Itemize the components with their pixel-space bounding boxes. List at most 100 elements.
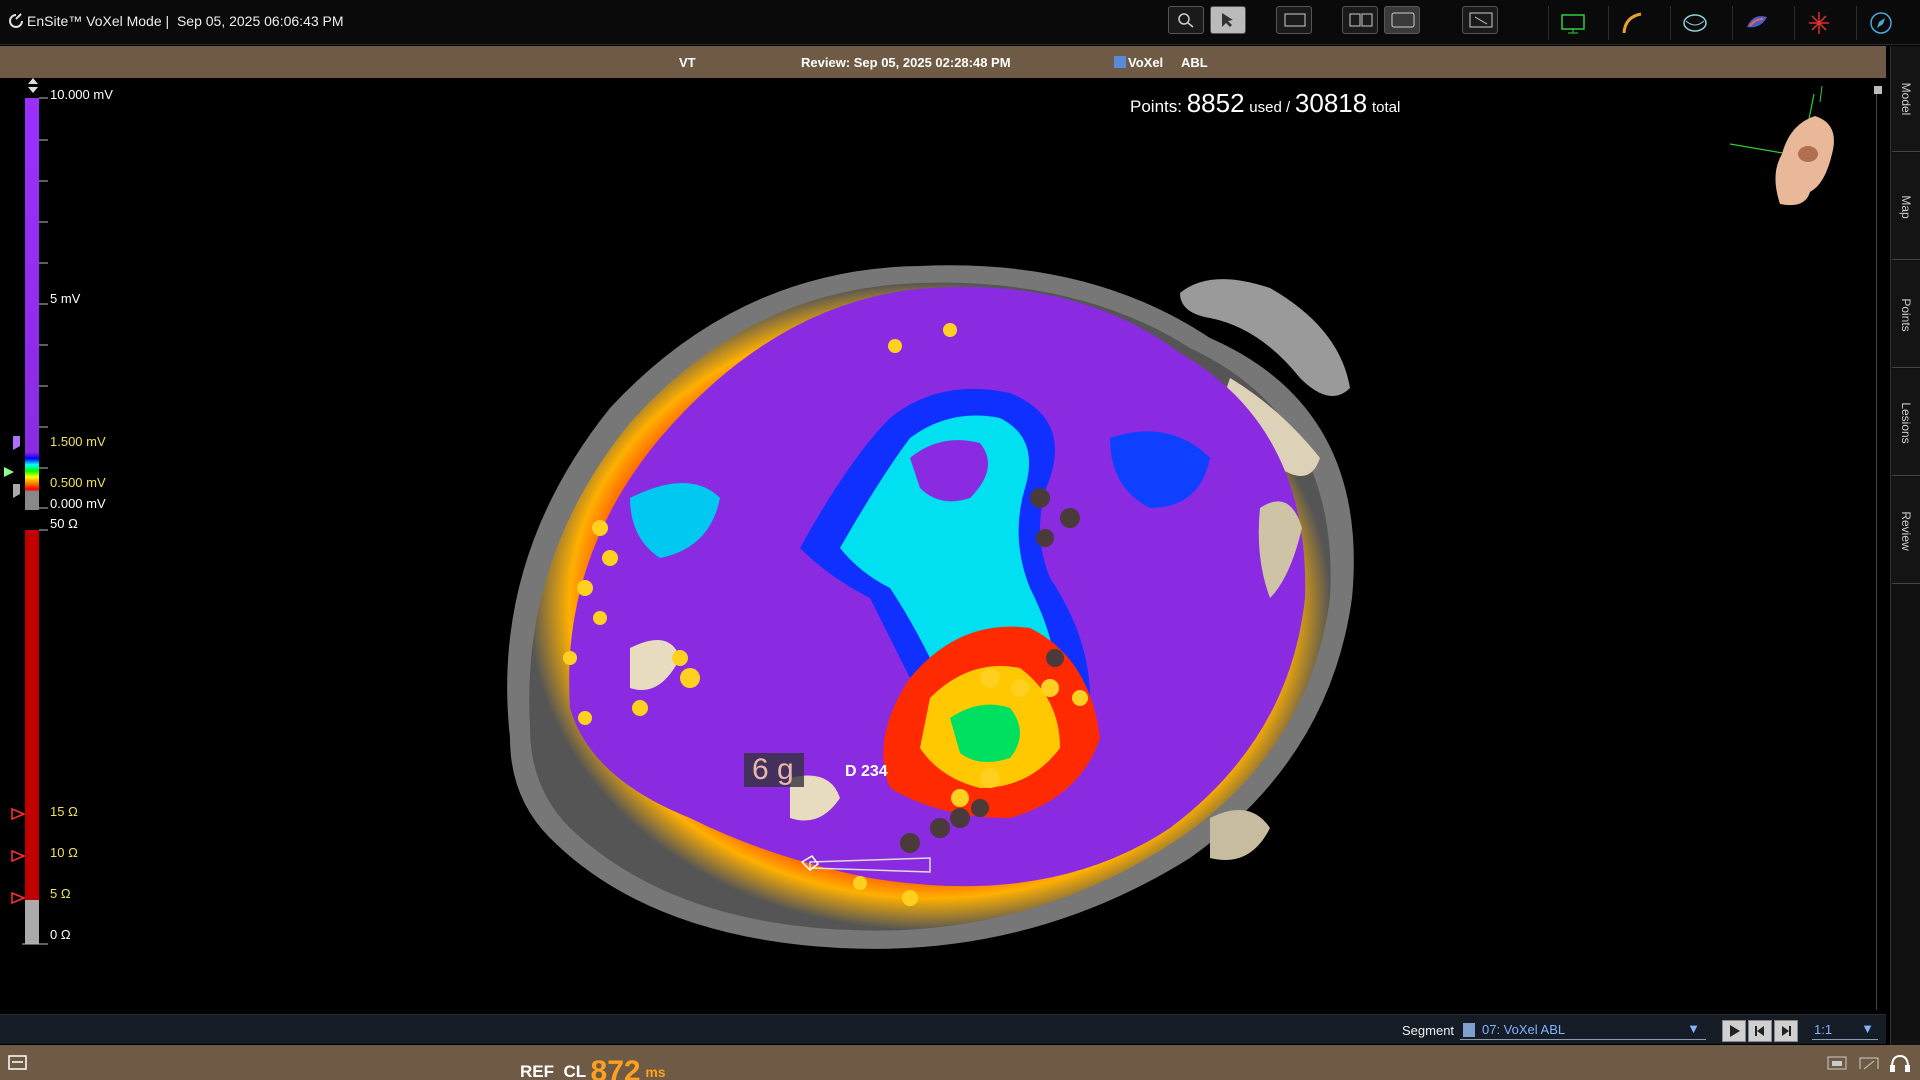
cl-label: CL (563, 1062, 586, 1080)
view-toolbar (1168, 6, 1252, 40)
voltage-lower-label: 0.500 mV (50, 475, 106, 490)
points-used-label: used / (1249, 99, 1291, 116)
headset-icon[interactable] (1888, 1053, 1912, 1073)
points-total: 30818 (1294, 88, 1368, 118)
points-used: 8852 (1186, 88, 1245, 118)
dual-view-icon (1349, 13, 1373, 27)
single-view-button[interactable] (1276, 6, 1312, 34)
voxel-mode-label: VoXel (1114, 55, 1163, 70)
tab-lesions-label: Lesions (1899, 401, 1913, 444)
viewport-scrollbar[interactable] (1874, 86, 1882, 1010)
voxel-icon (1114, 56, 1126, 68)
impedance-scale-bar (25, 530, 39, 900)
points-prefix: Points: (1130, 97, 1182, 116)
scale-adjust-icon[interactable] (28, 78, 38, 93)
speed-value: 1:1 (1814, 1022, 1833, 1037)
compass-icon (1870, 12, 1892, 34)
screen-share-icon[interactable] (1858, 1055, 1880, 1071)
tools-icon (1469, 12, 1493, 28)
tab-map-label: Map (1899, 194, 1913, 219)
dual-view-button[interactable] (1342, 6, 1378, 34)
points-total-label: total (1371, 99, 1401, 116)
app-name: EnSite™ VoXel Mode | (27, 13, 170, 29)
cycle-length-readout: REF CL 872 ms (520, 1055, 666, 1080)
ref-label: REF (520, 1062, 554, 1080)
tab-map[interactable]: Map (1892, 154, 1920, 260)
layout-toolbar-1 (1276, 6, 1318, 40)
single-view-icon (1284, 13, 1306, 27)
title-bar: EnSite™ VoXel Mode | Sep 05, 2025 06:06:… (0, 0, 1920, 45)
pointer-icon (1222, 13, 1233, 27)
impedance-10-label: 10 Ω (50, 845, 78, 860)
monitor-icon (1561, 14, 1585, 34)
speed-chevron-icon: ▼ (1861, 1021, 1874, 1036)
tab-points[interactable]: Points (1892, 262, 1920, 368)
full-view-icon (1391, 12, 1415, 28)
impedance-15-marker[interactable] (11, 807, 26, 821)
step-forward-icon (1782, 1026, 1791, 1036)
catheter-electrode-label: D 234 (845, 763, 888, 780)
points-readout: Points: 8852 used / 30818 total (1130, 88, 1400, 119)
tab-points-label: Points (1899, 297, 1913, 332)
impedance-zero-label: 0 Ω (50, 927, 71, 942)
tab-model[interactable]: Model (1892, 46, 1920, 152)
catheter-button[interactable] (1608, 6, 1656, 40)
voltage-upper-label: 1.500 mV (50, 434, 106, 449)
contact-force-readout: 6 g (744, 753, 804, 787)
navigation-button[interactable] (1856, 6, 1906, 40)
segment-value: 07: VoXel ABL (1482, 1022, 1566, 1037)
step-forward-button[interactable] (1774, 1020, 1798, 1042)
app-datetime: Sep 05, 2025 06:06:43 PM (176, 13, 344, 29)
tab-review[interactable]: Review (1892, 478, 1920, 584)
map-button[interactable] (1732, 6, 1780, 40)
ensite-logo-icon (9, 13, 23, 28)
3d-map-viewport[interactable]: Points: 8852 used / 30818 total 10.000 m… (0, 78, 1886, 1014)
impedance-10-marker[interactable] (11, 849, 26, 863)
app-title: EnSite™ VoXel Mode | Sep 05, 2025 06:06:… (8, 13, 344, 29)
lesion-button[interactable] (1794, 6, 1842, 40)
play-button[interactable] (1722, 1020, 1746, 1042)
impedance-5-marker[interactable] (11, 891, 26, 905)
monitor-button[interactable] (1548, 6, 1596, 40)
catheter-label: ABL (1181, 55, 1208, 70)
map-icon (1747, 16, 1767, 28)
zoom-tool-button[interactable] (1168, 6, 1204, 34)
impedance-5-label: 5 Ω (50, 886, 71, 901)
right-side-panel: Model Map Points Lesions Review (1890, 46, 1920, 1046)
tools-button[interactable] (1462, 6, 1498, 34)
window-icon[interactable] (8, 1055, 28, 1071)
anatomy-button[interactable] (1670, 6, 1718, 40)
rhythm-label: VT (679, 55, 696, 70)
scrollbar-thumb[interactable] (1874, 86, 1882, 94)
layout-toolbar-2 (1342, 6, 1426, 40)
tools-toolbar (1462, 6, 1504, 40)
status-bar: REF CL 872 ms (0, 1045, 1920, 1080)
chevron-down-icon: ▼ (1687, 1021, 1700, 1036)
catheter-icon (1622, 12, 1642, 34)
voltage-mid-label: 5 mV (50, 291, 81, 306)
mid-threshold-handle[interactable] (4, 467, 14, 477)
document-icon (1463, 1023, 1475, 1037)
voltage-map-model[interactable] (490, 178, 1370, 978)
upper-threshold-handle[interactable] (13, 436, 20, 450)
tab-review-label: Review (1899, 510, 1913, 551)
cl-unit: ms (645, 1064, 666, 1080)
step-back-icon (1755, 1026, 1764, 1036)
orientation-model-icon[interactable] (1720, 84, 1840, 214)
display-icon[interactable] (1826, 1055, 1848, 1071)
voltage-scale-bar (25, 98, 39, 510)
segment-dropdown[interactable]: 07: VoXel ABL ▼ (1460, 1020, 1706, 1040)
voltage-zero-label: 0.000 mV (50, 496, 106, 511)
magnifier-icon (1178, 13, 1194, 28)
select-tool-button[interactable] (1210, 6, 1246, 34)
impedance-15-label: 15 Ω (50, 804, 78, 819)
full-view-button[interactable] (1384, 6, 1420, 34)
tab-model-label: Model (1899, 82, 1913, 115)
tab-lesions[interactable]: Lesions (1892, 370, 1920, 476)
lower-threshold-handle[interactable] (13, 484, 20, 498)
voltage-max-label: 10.000 mV (50, 87, 113, 102)
step-back-button[interactable] (1748, 1020, 1772, 1042)
segment-bar: Segment 07: VoXel ABL ▼ 1:1 ▼ (0, 1014, 1886, 1044)
speed-dropdown[interactable]: 1:1 ▼ (1812, 1020, 1878, 1040)
impedance-max-label: 50 Ω (50, 516, 78, 531)
